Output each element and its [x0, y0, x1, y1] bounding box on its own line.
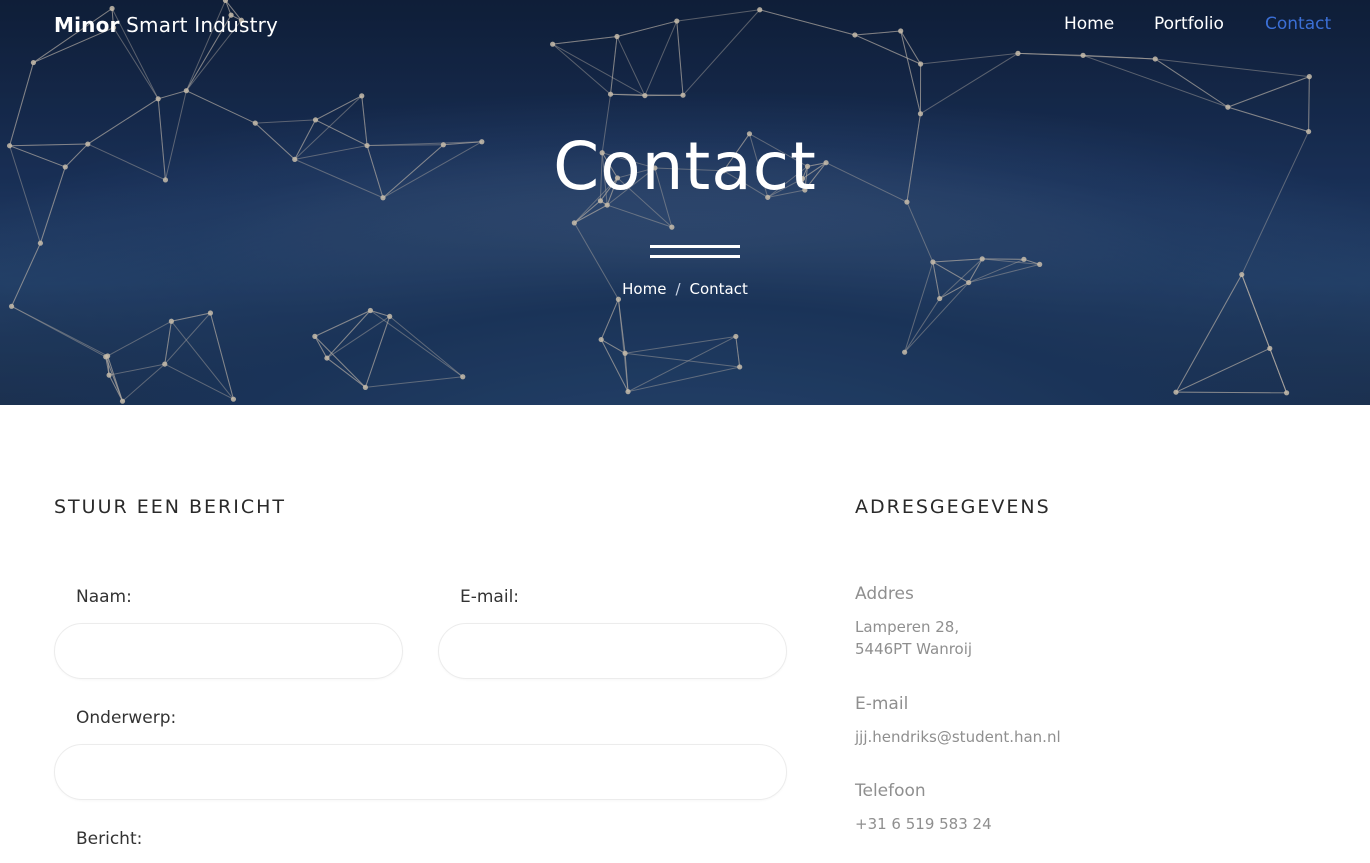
address-line-1: Lamperen 28,: [855, 618, 960, 636]
form-heading: STUUR EEN BERICHT: [54, 496, 286, 518]
hero-banner: Minor Smart Industry Home Portfolio Cont…: [0, 0, 1370, 405]
title-divider: [650, 245, 740, 258]
phone-value[interactable]: +31 6 519 583 24: [855, 813, 992, 835]
address-label: Addres: [855, 584, 914, 604]
brand-logo[interactable]: Minor Smart Industry: [54, 13, 278, 37]
name-input[interactable]: [54, 623, 403, 679]
email-info-label: E-mail: [855, 694, 909, 714]
breadcrumb-separator: /: [675, 280, 681, 298]
nav-link-home[interactable]: Home: [1064, 14, 1114, 34]
address-line-2: 5446PT Wanroij: [855, 640, 973, 658]
subject-label: Onderwerp:: [76, 708, 177, 728]
top-navigation: Minor Smart Industry Home Portfolio Cont…: [0, 0, 1370, 52]
page-title: Contact: [553, 128, 817, 205]
brand-name-rest: Smart Industry: [119, 13, 279, 37]
nav-link-contact[interactable]: Contact: [1265, 14, 1331, 34]
breadcrumb: Home / Contact: [0, 280, 1370, 298]
brand-name-bold: Minor: [54, 13, 120, 37]
phone-label: Telefoon: [855, 781, 926, 801]
email-input[interactable]: [438, 623, 787, 679]
message-label: Bericht:: [76, 829, 143, 849]
subject-input[interactable]: [54, 744, 787, 800]
email-label: E-mail:: [460, 587, 520, 607]
email-info-value[interactable]: jjj.hendriks@student.han.nl: [855, 726, 1061, 748]
breadcrumb-current: Contact: [689, 280, 748, 298]
breadcrumb-home[interactable]: Home: [622, 280, 666, 298]
name-label: Naam:: [76, 587, 132, 607]
address-heading: ADRESGEGEVENS: [855, 496, 1051, 518]
nav-link-portfolio[interactable]: Portfolio: [1154, 14, 1224, 34]
